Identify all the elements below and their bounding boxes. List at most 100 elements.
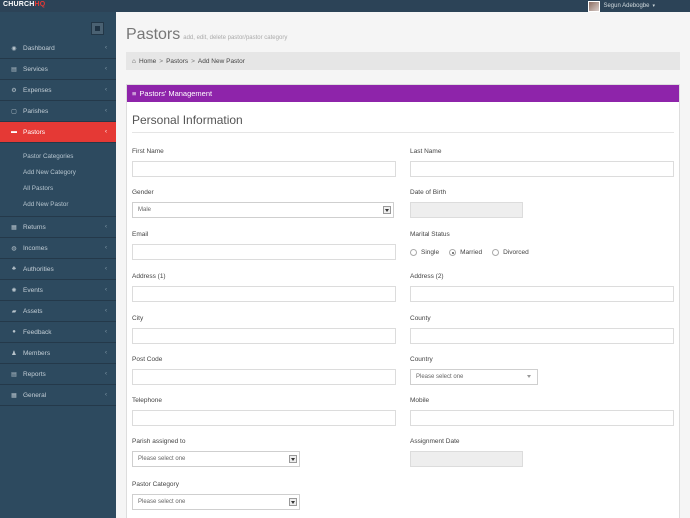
sidebar-item-label: Services: [23, 65, 48, 73]
pastor-category-select[interactable]: Please select one: [132, 494, 300, 510]
assignment-date-label: Assignment Date: [410, 438, 460, 445]
sidebar-item-assets[interactable]: ▰ Assets ‹: [0, 301, 116, 322]
dashboard-icon: ◉: [11, 45, 17, 52]
sidebar-item-parishes[interactable]: ▢ Parishes ‹: [0, 101, 116, 122]
breadcrumb: ⌂ Home > Pastors > Add New Pastor: [126, 52, 680, 70]
sidebar-item-label: Reports: [23, 370, 46, 378]
telephone-label: Telephone: [132, 397, 162, 404]
chevron-left-icon: ‹: [105, 266, 107, 272]
divider: [132, 132, 674, 133]
incomes-icon: ◍: [11, 245, 17, 252]
post-code-input[interactable]: [132, 369, 396, 385]
submenu-item-add-new-category[interactable]: Add New Category: [0, 165, 116, 181]
sidebar-item-dashboard[interactable]: ◉ Dashboard ‹: [0, 38, 116, 59]
gender-select[interactable]: Male: [132, 202, 394, 218]
country-select[interactable]: Please select one: [410, 369, 538, 385]
first-name-input[interactable]: [132, 161, 396, 177]
telephone-input[interactable]: [132, 410, 396, 426]
dob-label: Date of Birth: [410, 189, 447, 196]
submenu-item-all-pastors[interactable]: All Pastors: [0, 181, 116, 197]
sidebar-item-label: Dashboard: [23, 44, 55, 52]
sidebar-item-expenses[interactable]: ⚙ Expenses ‹: [0, 80, 116, 101]
chevron-left-icon: ‹: [105, 87, 107, 93]
submenu-item-pastor-categories[interactable]: Pastor Categories: [0, 149, 116, 165]
sidebar-item-label: Returns: [23, 223, 46, 231]
page-subtitle: add, edit, delete pastor/pastor category: [183, 35, 288, 41]
sidebar-item-services[interactable]: ▤ Services ‹: [0, 59, 116, 80]
sidebar-nav: ◉ Dashboard ‹ ▤ Services ‹ ⚙ Expenses ‹ ▢ Parishes…: [0, 38, 116, 406]
address1-input[interactable]: [132, 286, 396, 302]
radio-divorced[interactable]: Divorced: [492, 249, 529, 256]
sidebar: ◉ Dashboard ‹ ▤ Services ‹ ⚙ Expenses ‹ ▢ Parishes…: [0, 12, 116, 518]
general-icon: ▦: [11, 392, 17, 399]
pastors-submenu: Pastor Categories Add New Category All Pas…: [0, 143, 116, 217]
chevron-left-icon: ‹: [105, 245, 107, 251]
sidebar-item-authorities[interactable]: ♣ Authorities ‹: [0, 259, 116, 280]
chevron-down-icon: [289, 498, 297, 506]
address2-input[interactable]: [410, 286, 674, 302]
expenses-icon: ⚙: [11, 87, 17, 94]
sidebar-item-pastors[interactable]: ▬ Pastors ‹: [0, 122, 116, 143]
sidebar-item-label: Parishes: [23, 107, 49, 115]
home-icon: ⌂: [132, 57, 136, 65]
city-input[interactable]: [132, 328, 396, 344]
chevron-left-icon: ‹: [105, 308, 107, 314]
breadcrumb-home[interactable]: Home: [139, 58, 156, 65]
chevron-left-icon: ‹: [105, 108, 107, 114]
reports-icon: ▤: [11, 371, 17, 378]
parish-select[interactable]: Please select one: [132, 451, 300, 467]
chevron-left-icon: ‹: [105, 287, 107, 293]
last-name-input[interactable]: [410, 161, 674, 177]
sidebar-item-returns[interactable]: ▦ Returns ‹: [0, 217, 116, 238]
last-name-label: Last Name: [410, 148, 442, 155]
sidebar-item-feedback[interactable]: ● Feedback ‹: [0, 322, 116, 343]
sidebar-item-incomes[interactable]: ◍ Incomes ‹: [0, 238, 116, 259]
breadcrumb-current: Add New Pastor: [197, 57, 245, 65]
breadcrumb-pastors[interactable]: Pastors: [166, 58, 188, 65]
radio-single[interactable]: Single: [410, 249, 439, 256]
user-menu[interactable]: Segun Adebogbe ▾: [588, 0, 655, 12]
panel-header: ≡ Pastors' Management: [127, 85, 679, 102]
submenu-item-add-new-pastor[interactable]: Add New Pastor: [0, 197, 116, 213]
brand-logo[interactable]: CHURCHHQ: [3, 1, 45, 8]
top-bar: CHURCHHQ Segun Adebogbe ▾: [0, 0, 690, 12]
county-label: County: [410, 315, 431, 322]
sidebar-toggle-button[interactable]: [91, 22, 104, 35]
chevron-left-icon: ‹: [105, 45, 107, 51]
county-input[interactable]: [410, 328, 674, 344]
radio-married[interactable]: Married: [449, 249, 482, 256]
chevron-left-icon: ‹: [105, 350, 107, 356]
avatar: [588, 0, 601, 12]
post-code-label: Post Code: [132, 356, 163, 363]
breadcrumb-separator: >: [159, 57, 164, 65]
mobile-input[interactable]: [410, 410, 674, 426]
authorities-icon: ♣: [12, 266, 16, 272]
mobile-label: Mobile: [410, 397, 430, 404]
sidebar-item-members[interactable]: ♟ Members ‹: [0, 343, 116, 364]
gender-label: Gender: [132, 189, 154, 196]
parish-label: Parish assigned to: [132, 438, 186, 445]
chevron-left-icon: ‹: [105, 329, 107, 335]
first-name-label: First Name: [132, 148, 164, 155]
chevron-left-icon: ‹: [105, 371, 107, 377]
sidebar-item-events[interactable]: ✺ Events ‹: [0, 280, 116, 301]
sidebar-item-label: Authorities: [23, 265, 54, 273]
marital-status-radios: Single Married Divorced: [410, 249, 529, 256]
parishes-icon: ▢: [11, 108, 17, 115]
chevron-left-icon: ‹: [105, 66, 107, 72]
date-of-birth-input[interactable]: [410, 202, 523, 218]
assignment-date-input[interactable]: [410, 451, 523, 467]
email-field[interactable]: [132, 244, 396, 260]
section-title: Personal Information: [132, 113, 243, 127]
sidebar-item-general[interactable]: ▦ General ‹: [0, 385, 116, 406]
sidebar-item-reports[interactable]: ▤ Reports ‹: [0, 364, 116, 385]
returns-icon: ▦: [11, 224, 17, 231]
services-icon: ▤: [11, 66, 17, 73]
panel-title: Pastors' Management: [139, 89, 213, 98]
sidebar-item-label: Members: [23, 349, 51, 357]
chevron-left-icon: ‹: [105, 392, 107, 398]
breadcrumb-separator: >: [191, 57, 195, 65]
user-name: Segun Adebogbe: [603, 3, 650, 9]
country-label: Country: [410, 356, 433, 363]
pastor-category-label: Pastor Category: [132, 481, 179, 488]
